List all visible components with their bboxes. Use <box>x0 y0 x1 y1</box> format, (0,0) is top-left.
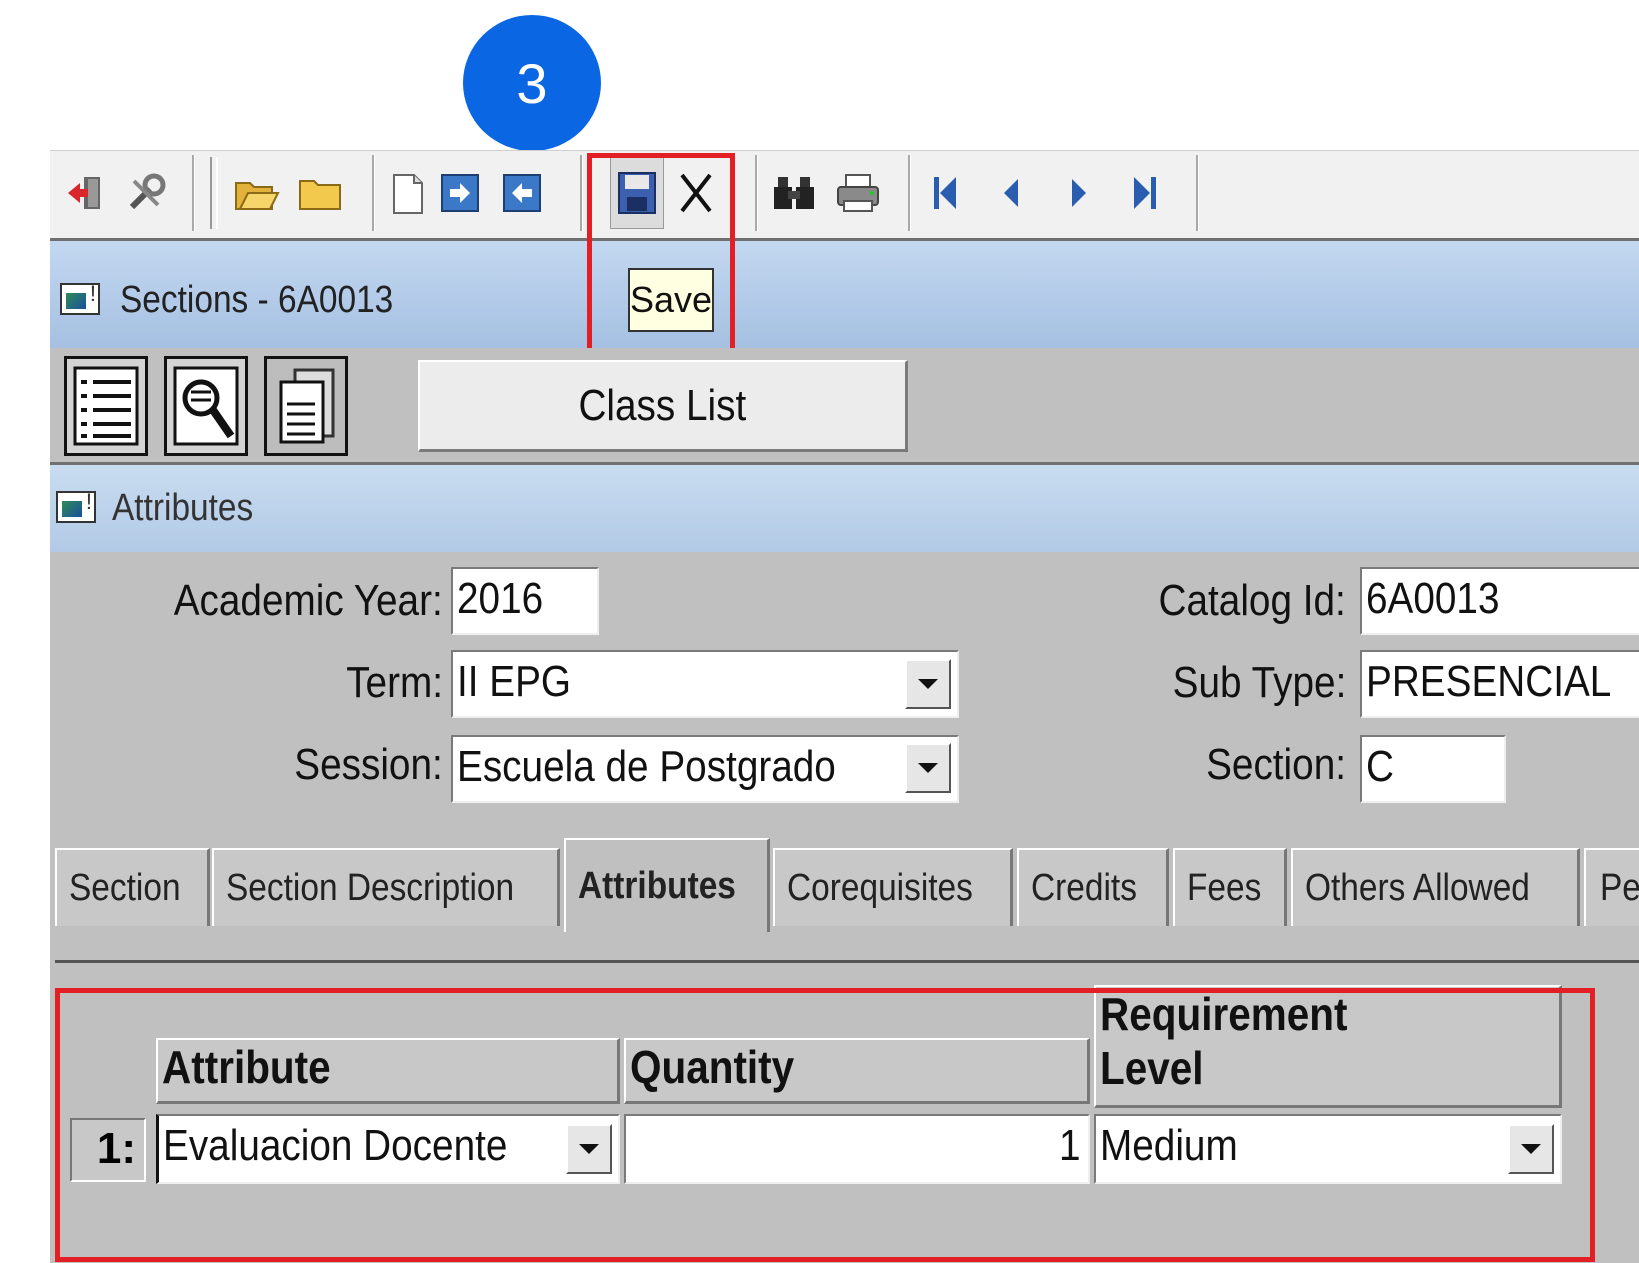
tools-icon[interactable] <box>120 159 172 227</box>
section-label: Section: <box>1206 740 1346 789</box>
tab-divider <box>55 960 1639 963</box>
new-document-icon[interactable] <box>382 159 434 227</box>
session-label: Session: <box>294 740 443 789</box>
last-record-icon[interactable] <box>1118 159 1170 227</box>
section-field[interactable]: C <box>1360 735 1506 803</box>
step-number-badge: 3 <box>463 15 601 151</box>
catalog-id-label: Catalog Id: <box>1158 576 1346 625</box>
find-icon[interactable] <box>768 159 820 227</box>
academic-year-field[interactable]: 2016 <box>451 567 599 635</box>
attributes-subwindow-title-bar: Attributes <box>50 465 1639 552</box>
session-dropdown-arrow-icon[interactable] <box>905 743 951 793</box>
grid-highlight-box <box>55 988 1595 1262</box>
catalog-id-field[interactable]: 6A0013 <box>1360 567 1639 635</box>
tab-section[interactable]: Section <box>55 848 210 926</box>
tab-attributes[interactable]: Attributes <box>564 838 770 932</box>
save-highlight-box <box>587 153 735 358</box>
folder-icon[interactable] <box>294 159 346 227</box>
class-list-button[interactable]: Class List <box>418 360 908 452</box>
window-icon <box>60 281 100 315</box>
list-view-icon[interactable] <box>64 356 148 456</box>
tab-others-allowed[interactable]: Others Allowed <box>1291 848 1580 926</box>
tab-section-description[interactable]: Section Description <box>212 848 560 926</box>
sub-type-field[interactable]: PRESENCIAL <box>1360 650 1639 718</box>
term-dropdown-arrow-icon[interactable] <box>905 659 951 709</box>
search-document-icon[interactable] <box>164 356 248 456</box>
window-title-bar: Sections - 6A0013 <box>50 241 1639 348</box>
tab-fees[interactable]: Fees <box>1173 848 1287 926</box>
term-label: Term: <box>346 658 443 707</box>
tab-credits[interactable]: Credits <box>1017 848 1169 926</box>
term-select[interactable]: II EPG <box>451 650 959 718</box>
sub-type-label: Sub Type: <box>1172 658 1346 707</box>
subwindow-icon <box>56 489 96 523</box>
next-record-icon[interactable] <box>434 159 486 227</box>
first-record-icon[interactable] <box>920 159 972 227</box>
tab-corequisites[interactable]: Corequisites <box>773 848 1013 926</box>
attributes-title: Attributes <box>112 487 254 529</box>
session-select[interactable]: Escuela de Postgrado <box>451 735 959 803</box>
open-folder-icon[interactable] <box>230 159 282 227</box>
print-icon[interactable] <box>832 159 884 227</box>
notes-icon[interactable] <box>264 356 348 456</box>
next-icon[interactable] <box>1052 159 1104 227</box>
secondary-toolbar: Class List <box>50 348 1639 465</box>
window-title: Sections - 6A0013 <box>120 279 394 321</box>
academic-year-label: Academic Year: <box>173 576 443 625</box>
tab-pe[interactable]: Pe <box>1584 848 1639 926</box>
exit-icon[interactable] <box>60 159 112 227</box>
previous-icon[interactable] <box>986 159 1038 227</box>
previous-record-icon[interactable] <box>496 159 548 227</box>
main-toolbar <box>50 150 1639 242</box>
